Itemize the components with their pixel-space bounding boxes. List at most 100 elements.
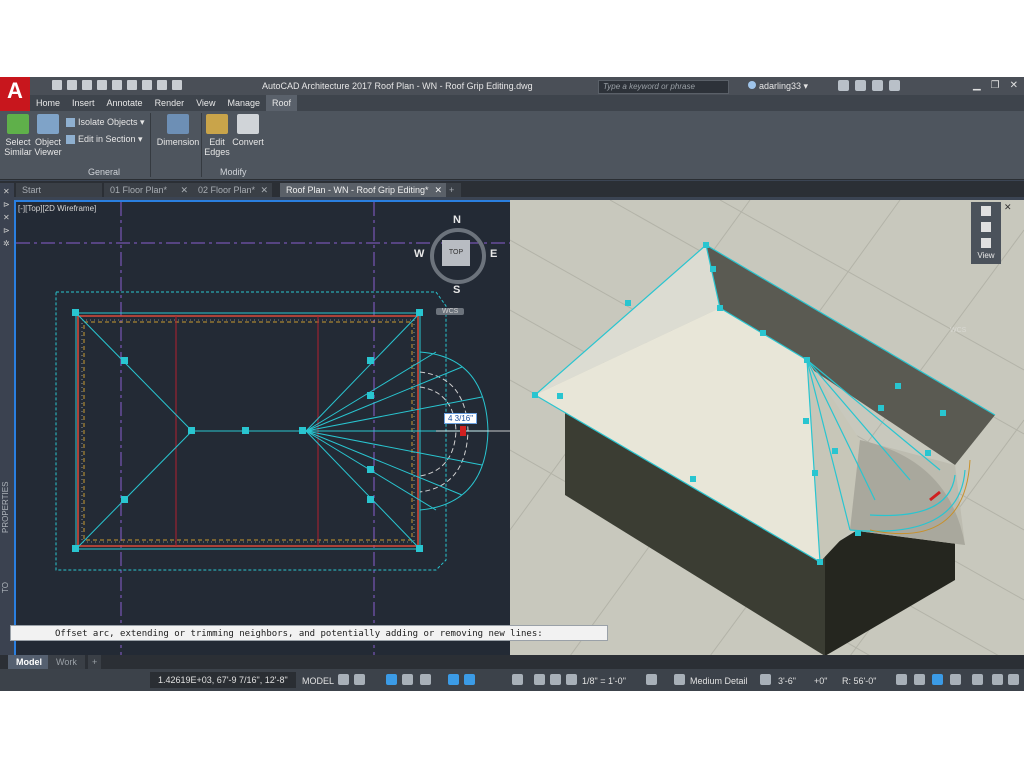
undo-icon[interactable] [127, 80, 137, 90]
gear-icon[interactable]: ✲ [3, 239, 14, 248]
properties-palette-label[interactable]: PROPERTIES [1, 482, 10, 533]
model-3d-viewport[interactable]: View ✕ WCS [510, 200, 1024, 656]
match-properties-icon[interactable] [157, 80, 167, 90]
tab-model[interactable]: Model [8, 655, 50, 669]
convert-button[interactable]: Convert [232, 114, 264, 147]
isolate-icon[interactable] [896, 674, 907, 685]
save-as-icon[interactable] [97, 80, 107, 90]
user-account[interactable]: adarling33 ▾ [748, 81, 808, 92]
redo-icon[interactable] [142, 80, 152, 90]
save-icon[interactable] [82, 80, 92, 90]
status-bar: 1.42619E+03, 67'-9 7/16", 12'-8" MODEL 1… [0, 669, 1024, 691]
select-similar-button[interactable]: Select Similar [4, 114, 32, 157]
close-icon[interactable]: ✕ [1004, 202, 1012, 213]
ribbon-tab-insert[interactable]: Insert [66, 95, 101, 111]
new-tab-button[interactable]: + [446, 183, 461, 197]
compass-west[interactable]: W [414, 248, 424, 260]
model-space-toggle[interactable]: MODEL [302, 676, 334, 686]
plot-icon[interactable] [112, 80, 122, 90]
dimension-label: Dimension [156, 137, 200, 147]
annotation-scale-icon[interactable] [566, 674, 577, 685]
fullscreen-icon[interactable] [992, 674, 1003, 685]
ribbon-tab-roof[interactable]: Roof [265, 95, 297, 111]
edit-edges-button[interactable]: Edit Edges [204, 114, 230, 157]
wcs-menu[interactable]: WCS [950, 327, 966, 334]
snap-icon[interactable] [354, 674, 365, 685]
pin-icon[interactable]: ⊳ [3, 226, 14, 235]
tab-work[interactable]: Work [48, 655, 85, 669]
coordinates-readout[interactable]: 1.42619E+03, 67'-9 7/16", 12'-8" [150, 672, 296, 688]
search-input[interactable]: Type a keyword or phrase [598, 80, 729, 94]
workspace-icon[interactable] [932, 674, 943, 685]
viewcube-top-face[interactable]: TOP [442, 240, 470, 266]
viewcube[interactable]: TOP N S W E [414, 214, 497, 296]
tab-label: 02 Floor Plan* [198, 185, 256, 195]
object-snap-tracking-icon[interactable] [448, 674, 459, 685]
layer-icon[interactable] [760, 674, 771, 685]
grid-icon[interactable] [338, 674, 349, 685]
pan-icon[interactable] [981, 222, 991, 232]
restore-icon[interactable]: ❐ [991, 80, 1000, 91]
a360-icon[interactable] [872, 80, 883, 91]
display-configuration[interactable]: Medium Detail [690, 676, 748, 686]
close-icon[interactable]: ✕ [3, 187, 14, 196]
minimize-icon[interactable]: ▁ [973, 80, 981, 91]
close-icon[interactable]: ✕ [1010, 80, 1018, 91]
edit-in-section-label: Edit in Section ▾ [78, 134, 143, 144]
cut-plane-elevation[interactable]: 3'-6" [778, 676, 796, 686]
annotation-visibility-icon[interactable] [534, 674, 545, 685]
pin-icon[interactable]: ⊳ [3, 200, 14, 209]
tab-roof-plan[interactable]: Roof Plan - WN - Roof Grip Editing* ✕ [280, 183, 446, 197]
ribbon-tab-render[interactable]: Render [149, 95, 191, 111]
isodraft-icon[interactable] [420, 674, 431, 685]
ribbon-tab-manage[interactable]: Manage [221, 95, 266, 111]
dimension-button[interactable]: Dimension [156, 114, 200, 147]
performance-icon[interactable] [950, 674, 961, 685]
ribbon-tab-home[interactable]: Home [30, 95, 66, 111]
tab-02-floor-plan[interactable]: 02 Floor Plan* ✕ [192, 183, 272, 197]
close-icon[interactable]: ✕ [3, 213, 14, 222]
object-snap-icon[interactable] [464, 674, 475, 685]
rotation-value[interactable]: R: 56'-0" [842, 676, 876, 686]
tool-palettes-label[interactable]: TO [1, 582, 10, 593]
plus-icon[interactable] [674, 674, 685, 685]
isolate-objects-button[interactable]: Isolate Objects ▾ [66, 117, 145, 128]
object-viewer-label: Object Viewer [34, 137, 62, 157]
compass-east[interactable]: E [490, 248, 497, 260]
steeringwheel-icon[interactable] [981, 206, 991, 216]
ribbon-tab-view[interactable]: View [190, 95, 221, 111]
share-icon[interactable] [172, 80, 182, 90]
clean-screen-icon[interactable] [972, 674, 983, 685]
exchange-icon[interactable] [855, 80, 866, 91]
ribbon-tab-annotate[interactable]: Annotate [101, 95, 149, 111]
dimension-input[interactable]: 4 3/16" [444, 413, 478, 424]
compass-north[interactable]: N [453, 214, 461, 226]
new-layout-button[interactable]: + [88, 655, 102, 669]
open-icon[interactable] [67, 80, 77, 90]
transparency-icon[interactable] [512, 674, 523, 685]
zoom-icon[interactable] [981, 238, 991, 248]
edit-in-section-button[interactable]: Edit in Section ▾ [66, 134, 143, 145]
close-icon[interactable]: ✕ [260, 183, 268, 197]
object-viewer-button[interactable]: Object Viewer [34, 114, 62, 157]
wcs-menu[interactable]: WCS [436, 308, 465, 315]
autoscale-icon[interactable] [550, 674, 561, 685]
help-icon[interactable] [889, 80, 900, 91]
gear-icon[interactable] [646, 674, 657, 685]
tab-01-floor-plan[interactable]: 01 Floor Plan* ✕ [104, 183, 192, 197]
tab-start[interactable]: Start [16, 183, 102, 197]
elevation-offset[interactable]: +0" [814, 676, 827, 686]
cart-icon[interactable] [838, 80, 849, 91]
new-icon[interactable] [52, 80, 62, 90]
close-icon[interactable]: ✕ [180, 183, 188, 197]
application-menu-button[interactable]: A [0, 77, 30, 111]
annotation-scale[interactable]: 1/8" = 1'-0" [582, 676, 626, 686]
compass-south[interactable]: S [453, 284, 460, 296]
command-line[interactable]: Offset arc, extending or trimming neighb… [10, 625, 608, 641]
polar-icon[interactable] [402, 674, 413, 685]
hardware-acceleration-icon[interactable] [914, 674, 925, 685]
ortho-icon[interactable] [386, 674, 397, 685]
plan-viewport[interactable]: [-][Top][2D Wireframe] 4 3/16" TOP N S W… [14, 200, 512, 658]
customization-menu-icon[interactable] [1008, 674, 1019, 685]
close-icon[interactable]: ✕ [434, 183, 442, 197]
